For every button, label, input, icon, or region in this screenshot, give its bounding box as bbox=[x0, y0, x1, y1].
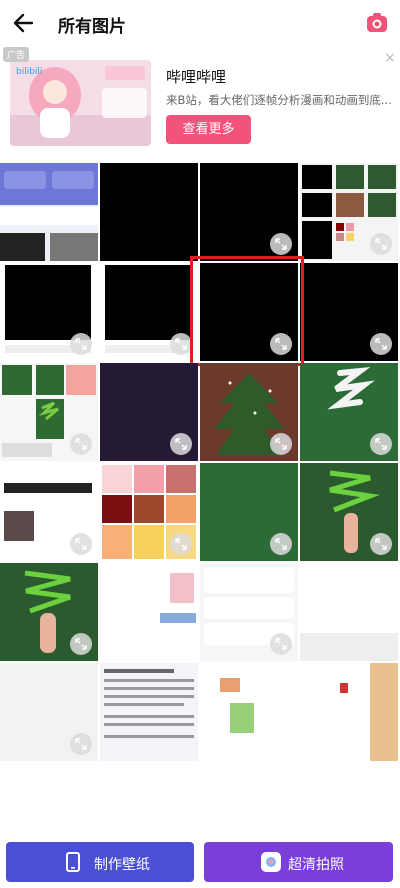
svg-text:bilibili: bilibili bbox=[16, 67, 42, 77]
expand-icon[interactable] bbox=[170, 433, 192, 455]
photo-thumbnail[interactable] bbox=[300, 363, 398, 461]
photo-thumbnail[interactable] bbox=[100, 663, 198, 761]
expand-icon[interactable] bbox=[270, 633, 292, 655]
expand-icon[interactable] bbox=[270, 533, 292, 555]
photo-thumbnail[interactable] bbox=[0, 463, 98, 561]
expand-icon[interactable] bbox=[70, 333, 92, 355]
make-wallpaper-button[interactable]: 制作壁纸 bbox=[6, 842, 194, 882]
back-arrow-icon[interactable] bbox=[10, 9, 38, 37]
selection-highlight bbox=[190, 256, 304, 366]
camera-icon[interactable] bbox=[366, 12, 388, 34]
ad-title: 哔哩哔哩 bbox=[166, 68, 227, 86]
photo-thumbnail[interactable] bbox=[0, 563, 98, 661]
camera-app-icon bbox=[260, 851, 282, 877]
expand-icon[interactable] bbox=[70, 633, 92, 655]
photo-thumbnail[interactable] bbox=[0, 363, 98, 461]
photo-thumbnail[interactable] bbox=[300, 163, 398, 261]
photo-thumbnail[interactable] bbox=[100, 263, 198, 361]
photo-thumbnail[interactable] bbox=[200, 663, 298, 761]
ad-image[interactable]: bilibili bbox=[10, 60, 151, 146]
expand-icon[interactable] bbox=[270, 433, 292, 455]
ad-badge: 广告 bbox=[3, 47, 30, 62]
expand-icon[interactable] bbox=[270, 233, 292, 255]
expand-icon[interactable] bbox=[170, 533, 192, 555]
photo-thumbnail[interactable] bbox=[300, 263, 398, 361]
photo-thumbnail[interactable] bbox=[300, 563, 398, 661]
photo-thumbnail[interactable] bbox=[300, 663, 398, 761]
photo-thumbnail[interactable] bbox=[200, 463, 298, 561]
photo-thumbnail[interactable] bbox=[100, 463, 198, 561]
phone-icon bbox=[66, 852, 80, 876]
photo-thumbnail[interactable] bbox=[200, 363, 298, 461]
page-title: 所有图片 bbox=[58, 17, 126, 37]
photo-thumbnail[interactable] bbox=[100, 163, 198, 261]
photo-thumbnail[interactable] bbox=[300, 463, 398, 561]
expand-icon[interactable] bbox=[370, 533, 392, 555]
ad-description: 来B站，看大佬们逐帧分析漫画和动画到底... bbox=[166, 93, 392, 107]
expand-icon[interactable] bbox=[70, 533, 92, 555]
view-more-button[interactable]: 查看更多 bbox=[166, 115, 251, 144]
hd-photo-button[interactable]: 超清拍照 bbox=[204, 842, 393, 882]
expand-icon[interactable] bbox=[370, 333, 392, 355]
expand-icon[interactable] bbox=[70, 733, 92, 755]
expand-icon[interactable] bbox=[70, 433, 92, 455]
photo-thumbnail[interactable] bbox=[100, 363, 198, 461]
expand-icon[interactable] bbox=[170, 333, 192, 355]
photo-thumbnail[interactable] bbox=[100, 563, 198, 661]
photo-thumbnail[interactable] bbox=[0, 663, 98, 761]
photo-thumbnail[interactable] bbox=[200, 163, 298, 261]
photo-thumbnail[interactable] bbox=[0, 263, 98, 361]
hd-photo-label: 超清拍照 bbox=[288, 857, 344, 873]
expand-icon[interactable] bbox=[370, 433, 392, 455]
expand-icon[interactable] bbox=[370, 233, 392, 255]
photo-thumbnail[interactable] bbox=[200, 563, 298, 661]
make-wallpaper-label: 制作壁纸 bbox=[94, 857, 150, 873]
close-icon[interactable]: × bbox=[384, 50, 396, 66]
photo-thumbnail[interactable] bbox=[0, 163, 98, 261]
